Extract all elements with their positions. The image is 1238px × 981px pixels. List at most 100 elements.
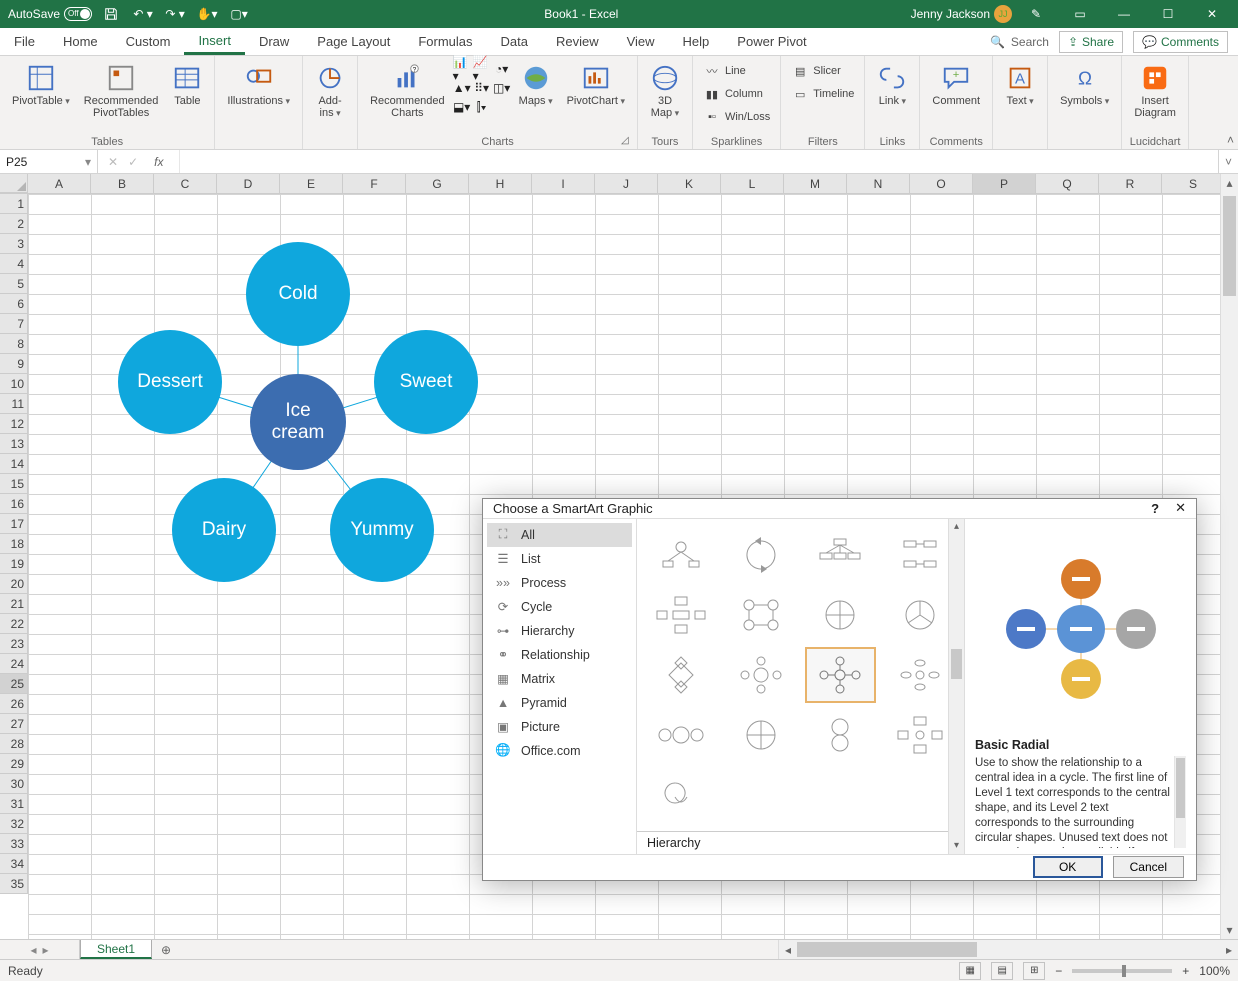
row-header[interactable]: 13 [0, 434, 28, 454]
undo-icon[interactable]: ↶ ▾ [130, 0, 156, 28]
autosave-toggle[interactable]: AutoSave Off [8, 7, 92, 21]
collapse-ribbon-icon[interactable]: ˄ [1227, 133, 1234, 147]
row-header[interactable]: 24 [0, 654, 28, 674]
hscroll-thumb[interactable] [797, 942, 977, 957]
column-header[interactable]: L [721, 174, 784, 193]
scatter-chart-icon[interactable]: ⠿▾ [473, 79, 491, 97]
gallery-scroll-down-icon[interactable]: ▾ [949, 838, 964, 854]
column-header[interactable]: F [343, 174, 406, 193]
gallery-item[interactable] [725, 527, 797, 583]
vertical-scrollbar[interactable]: ▴ ▾ [1220, 174, 1238, 939]
sheet-tab-sheet1[interactable]: Sheet1 [80, 940, 152, 959]
row-header[interactable]: 3 [0, 234, 28, 254]
tab-formulas[interactable]: Formulas [404, 28, 486, 55]
row-header[interactable]: 18 [0, 534, 28, 554]
qat-customize-icon[interactable]: ▢▾ [226, 0, 252, 28]
user-name[interactable]: Jenny Jackson [911, 7, 990, 21]
gallery-item[interactable] [884, 527, 956, 583]
column-header[interactable]: K [658, 174, 721, 193]
gallery-item[interactable] [645, 527, 717, 583]
smartart-node[interactable]: Yummy [330, 478, 434, 582]
hscroll-right-icon[interactable]: ▸ [1220, 940, 1238, 959]
column-header[interactable]: M [784, 174, 847, 193]
gallery-item[interactable] [884, 707, 956, 763]
row-header[interactable]: 28 [0, 734, 28, 754]
row-header[interactable]: 25 [0, 674, 28, 694]
column-header[interactable]: D [217, 174, 280, 193]
gallery-item[interactable] [805, 587, 877, 643]
charts-dialog-launcher-icon[interactable]: ◿ [621, 135, 633, 147]
column-header[interactable]: P [973, 174, 1036, 193]
category-pyramid[interactable]: ▲Pyramid [487, 691, 632, 715]
column-header[interactable]: S [1162, 174, 1225, 193]
row-header[interactable]: 30 [0, 774, 28, 794]
preview-scrollbar[interactable] [1174, 756, 1186, 848]
smartart-diagram[interactable]: Cold Sweet Yummy Dairy Dessert Ice cream [108, 224, 488, 584]
recommended-pivottables-button[interactable]: Recommended PivotTables [78, 60, 165, 122]
smartart-node[interactable]: Dessert [118, 330, 222, 434]
gallery-item[interactable] [645, 767, 717, 823]
tab-data[interactable]: Data [487, 28, 542, 55]
row-header[interactable]: 21 [0, 594, 28, 614]
new-sheet-icon[interactable]: ⊕ [152, 940, 180, 959]
smartart-center[interactable]: Ice cream [250, 374, 346, 470]
row-header[interactable]: 16 [0, 494, 28, 514]
timeline-button[interactable]: ▭Timeline [787, 83, 858, 105]
formula-input[interactable] [180, 150, 1218, 173]
row-header[interactable]: 26 [0, 694, 28, 714]
hierarchy-chart-icon[interactable]: ▲▾ [453, 79, 471, 97]
tab-nav-prev-icon[interactable]: ◂ [30, 943, 36, 957]
row-header[interactable]: 33 [0, 834, 28, 854]
tab-file[interactable]: File [0, 28, 49, 55]
row-header[interactable]: 32 [0, 814, 28, 834]
avatar[interactable]: JJ [994, 5, 1012, 23]
link-button[interactable]: Link [871, 60, 913, 110]
gallery-item[interactable] [645, 647, 717, 703]
gallery-item[interactable] [725, 587, 797, 643]
sparkline-winloss-button[interactable]: ▪▫Win/Loss [699, 106, 774, 128]
illustrations-button[interactable]: Illustrations [221, 60, 296, 110]
gallery-item[interactable] [884, 587, 956, 643]
fx-icon[interactable]: fx [148, 155, 169, 169]
column-header[interactable]: O [910, 174, 973, 193]
redo-icon[interactable]: ↷ ▾ [162, 0, 188, 28]
pivottable-button[interactable]: PivotTable [6, 60, 76, 110]
column-chart-icon[interactable]: 📊▾ [453, 60, 471, 78]
maximize-icon[interactable]: ☐ [1148, 0, 1188, 28]
category-matrix[interactable]: ▦Matrix [487, 667, 632, 691]
tab-home[interactable]: Home [49, 28, 112, 55]
row-header[interactable]: 23 [0, 634, 28, 654]
column-header[interactable]: G [406, 174, 469, 193]
tab-help[interactable]: Help [669, 28, 724, 55]
row-header[interactable]: 19 [0, 554, 28, 574]
gallery-item[interactable] [645, 587, 717, 643]
row-header[interactable]: 9 [0, 354, 28, 374]
close-icon[interactable]: ✕ [1192, 0, 1232, 28]
tab-insert[interactable]: Insert [184, 28, 245, 55]
close-dialog-icon[interactable]: ✕ [1175, 500, 1186, 516]
scroll-down-icon[interactable]: ▾ [1221, 921, 1238, 939]
tab-view[interactable]: View [613, 28, 669, 55]
touch-mode-icon[interactable]: ✋▾ [194, 0, 220, 28]
page-break-view-icon[interactable]: ⊞ [1023, 962, 1045, 980]
tab-review[interactable]: Review [542, 28, 613, 55]
row-header[interactable]: 4 [0, 254, 28, 274]
column-header[interactable]: A [28, 174, 91, 193]
gallery-item[interactable] [645, 707, 717, 763]
smartart-node[interactable]: Sweet [374, 330, 478, 434]
tab-power-pivot[interactable]: Power Pivot [723, 28, 820, 55]
normal-view-icon[interactable]: ▦ [959, 962, 981, 980]
maps-button[interactable]: Maps [513, 60, 559, 110]
gallery-item[interactable] [725, 647, 797, 703]
save-icon[interactable] [98, 0, 124, 28]
surface-chart-icon[interactable]: ◫▾ [493, 79, 511, 97]
select-all-corner[interactable] [0, 174, 28, 193]
row-header[interactable]: 22 [0, 614, 28, 634]
gallery-item[interactable] [805, 647, 877, 703]
zoom-in-icon[interactable]: + [1182, 964, 1189, 978]
gallery-item[interactable] [805, 527, 877, 583]
row-header[interactable]: 2 [0, 214, 28, 234]
row-header[interactable]: 17 [0, 514, 28, 534]
category-relationship[interactable]: ⚭Relationship [487, 643, 632, 667]
horizontal-scrollbar[interactable]: ◂ ▸ [778, 940, 1238, 959]
